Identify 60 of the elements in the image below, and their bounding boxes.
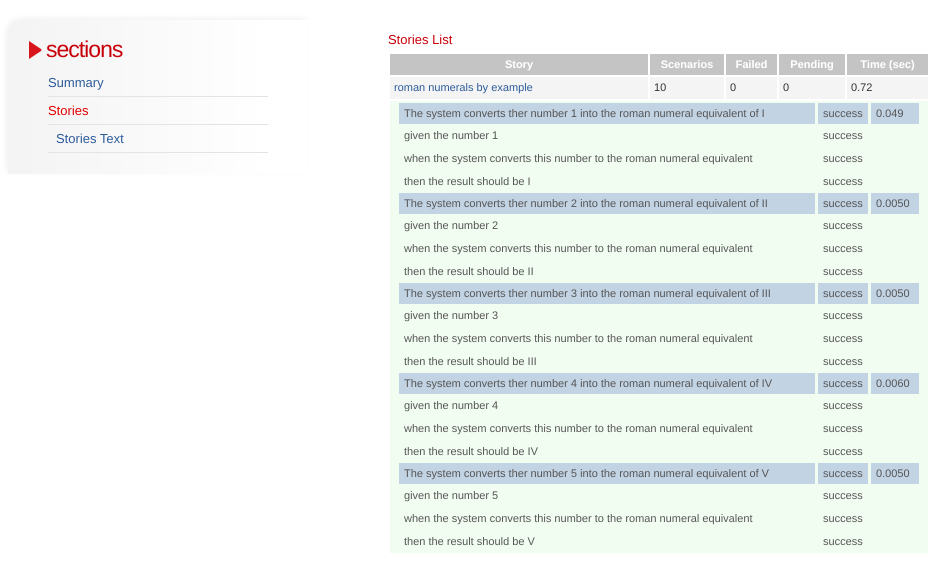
step-text: given the number 5: [403, 488, 500, 504]
play-icon: [28, 40, 42, 60]
status-cell: success: [818, 193, 868, 214]
nav-link[interactable]: Summary: [48, 69, 268, 96]
scenario-title: The system converts ther number 4 into the roman numeral equivalent of IV: [399, 373, 815, 394]
scenario-title: The system converts ther number 5 into the roman numeral equivalent of V: [399, 463, 815, 484]
status-cell-text: success: [822, 174, 864, 190]
status-cell: success: [818, 103, 868, 124]
nav-link[interactable]: Stories Text: [48, 125, 268, 152]
time-cell: 0.049: [871, 103, 919, 124]
status-cell-text: success: [822, 242, 864, 256]
step-text: when the system converts this number to the roman numeral equivalent: [403, 512, 754, 526]
step-text: then the result should be I: [403, 174, 532, 190]
status-cell-text: success: [822, 354, 864, 370]
step-text: then the result should be III: [403, 354, 538, 370]
time-cell: 0.0060: [871, 373, 919, 394]
step-text: when the system converts this number to the roman numeral equivalent: [403, 422, 754, 436]
time-cell: 0.0050: [871, 283, 919, 304]
column-header: Time (sec): [847, 54, 928, 75]
scenario-title: The system converts ther number 2 into the roman numeral equivalent of II: [399, 193, 815, 214]
step-text: given the number 4: [403, 398, 500, 414]
status-cell-text: success: [822, 264, 864, 280]
table-cell: 0.72: [847, 77, 928, 99]
section-title: Stories List: [388, 32, 454, 47]
status-cell-text: success: [822, 512, 864, 526]
sections-heading: sections: [46, 36, 122, 63]
step-text: when the system converts this number to the roman numeral equivalent: [403, 152, 754, 166]
status-cell: success: [818, 373, 868, 394]
status-cell: success: [818, 463, 868, 484]
step-text: given the number 3: [403, 308, 500, 324]
step-text: then the result should be II: [403, 264, 535, 280]
column-header: Scenarios: [650, 54, 724, 75]
step-text: given the number 1: [403, 128, 500, 144]
table-cell: 0: [779, 77, 845, 99]
scenario-title: The system converts ther number 3 into the roman numeral equivalent of III: [399, 283, 815, 304]
status-cell-text: success: [822, 444, 864, 460]
nav-link[interactable]: Stories: [48, 97, 268, 124]
step-text: then the result should be IV: [403, 444, 539, 460]
step-text: given the number 2: [403, 218, 500, 234]
step-text: then the result should be V: [403, 534, 536, 550]
status-cell-text: success: [822, 488, 864, 504]
time-cell: 0.0050: [871, 463, 919, 484]
status-cell-text: success: [822, 152, 864, 166]
status-cell-text: success: [822, 534, 864, 550]
step-text: when the system converts this number to the roman numeral equivalent: [403, 242, 754, 256]
column-header: Pending: [779, 54, 845, 75]
status-cell-text: success: [822, 332, 864, 346]
table-cell: 10: [650, 77, 724, 99]
time-cell: 0.0050: [871, 193, 919, 214]
scenario-title: The system converts ther number 1 into the roman numeral equivalent of I: [399, 103, 815, 124]
status-cell: success: [818, 283, 868, 304]
status-cell-text: success: [822, 218, 864, 234]
status-cell-text: success: [822, 308, 864, 324]
table-cell: 0: [726, 77, 777, 99]
column-header: Story: [390, 54, 648, 75]
status-cell-text: success: [822, 422, 864, 436]
status-cell-text: success: [822, 398, 864, 414]
column-header: Failed: [726, 54, 777, 75]
status-cell-text: success: [822, 128, 864, 144]
step-text: when the system converts this number to the roman numeral equivalent: [403, 332, 754, 346]
